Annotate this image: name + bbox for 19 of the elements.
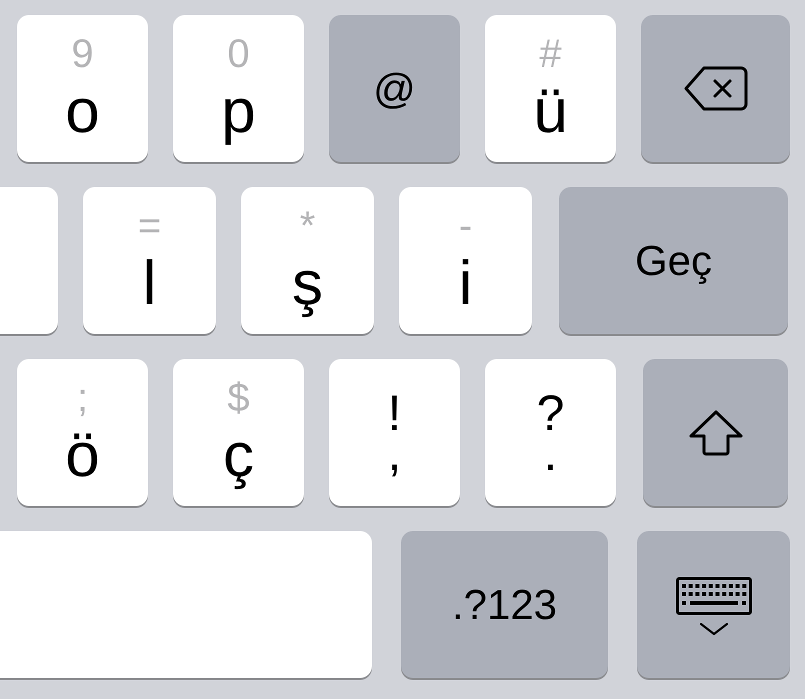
letter-key[interactable]: 9 o: [17, 15, 148, 162]
letter-key[interactable]: * ş: [241, 187, 374, 334]
letter-key[interactable]: - i: [399, 187, 532, 334]
backspace-key[interactable]: [641, 15, 790, 162]
letter-key[interactable]: ; ö: [17, 359, 148, 506]
backspace-icon: [684, 66, 748, 111]
keyboard-hide-key[interactable]: [637, 531, 790, 678]
function-key[interactable]: @: [329, 15, 460, 162]
letter-key[interactable]: # ü: [485, 15, 616, 162]
shift-icon: [688, 410, 742, 456]
shift-key[interactable]: [643, 359, 788, 506]
keyboard-chevron-icon: [676, 576, 752, 636]
letter-key[interactable]: 0 p: [173, 15, 304, 162]
symbol-key[interactable]: ? .: [485, 359, 616, 506]
function-key[interactable]: .?123: [401, 531, 608, 678]
symbol-key[interactable]: ! ,: [329, 359, 460, 506]
function-key[interactable]: Geç: [559, 187, 788, 334]
letter-key[interactable]: = l: [83, 187, 216, 334]
letter-key[interactable]: $ ç: [173, 359, 304, 506]
